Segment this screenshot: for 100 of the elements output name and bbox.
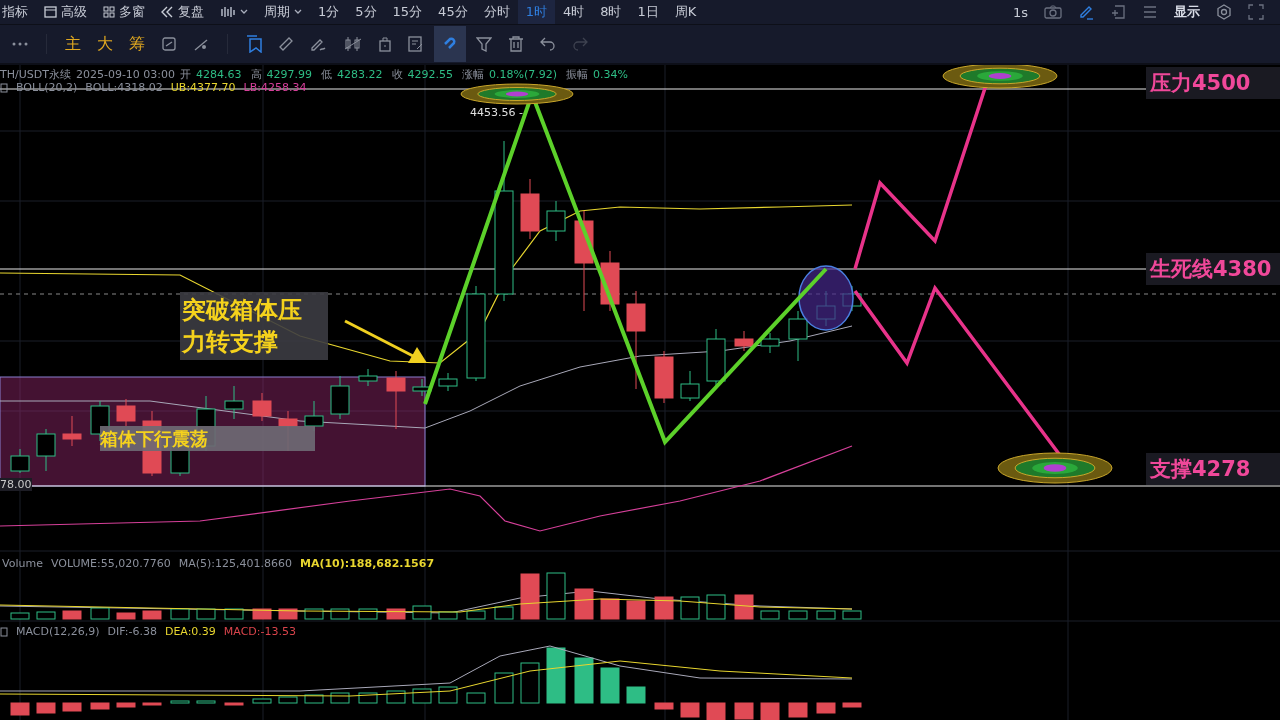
indicator-value: VOLUME:55,020.7760 xyxy=(50,557,171,570)
volume-bar xyxy=(816,610,836,620)
field-value: 4284.63 xyxy=(196,68,242,81)
histogram-bar xyxy=(412,688,432,704)
indicator-value: DEA:0.39 xyxy=(164,625,216,638)
volume-bar xyxy=(438,611,458,620)
volume-bar xyxy=(494,606,514,620)
histogram-bar xyxy=(438,686,458,704)
price-level-label: 压力4500 xyxy=(1146,67,1280,99)
volume-bar xyxy=(304,608,324,620)
refresh-interval-button[interactable]: 1s xyxy=(1004,0,1036,24)
histogram-bar xyxy=(90,702,110,710)
volume-bar xyxy=(170,608,190,620)
more-icon[interactable] xyxy=(12,42,28,46)
candlestick xyxy=(654,350,674,404)
high-price-label: 4453.56 - xyxy=(470,106,523,119)
period-tab[interactable]: 1日 xyxy=(629,0,667,24)
period-tab[interactable]: 1时 xyxy=(517,0,555,24)
histogram-bar xyxy=(278,696,298,704)
grid-icon xyxy=(103,6,115,18)
field-label: 开 xyxy=(180,67,192,82)
volume-bar xyxy=(196,608,216,620)
undo-icon[interactable] xyxy=(540,37,556,51)
volume-bar xyxy=(90,607,110,620)
toolbar-button[interactable]: 周期 xyxy=(256,0,310,24)
low-price-label: 78.00 xyxy=(0,478,32,491)
period-tab[interactable]: 15分 xyxy=(384,0,431,24)
volume-bar xyxy=(142,610,162,620)
indicator-icon xyxy=(0,625,8,638)
histogram-bar xyxy=(170,700,190,704)
volume-bar xyxy=(116,612,136,620)
histogram-bar xyxy=(330,692,350,704)
target-rings-icon xyxy=(997,452,1113,484)
histogram-bar xyxy=(116,702,136,708)
period-tab[interactable]: 1分 xyxy=(310,0,348,24)
histogram-bar xyxy=(788,702,808,718)
field-label: 高 xyxy=(250,67,262,82)
period-tab[interactable]: 5分 xyxy=(347,0,385,24)
candlestick xyxy=(760,332,780,354)
indicator-button[interactable]: 筹 xyxy=(121,33,153,55)
period-tab[interactable]: 4时 xyxy=(554,0,593,24)
caret-icon xyxy=(294,9,302,15)
candlestick xyxy=(412,378,432,397)
target-rings-icon xyxy=(460,83,574,105)
candles-icon[interactable] xyxy=(344,36,362,52)
toolbar-button[interactable]: 复盘 xyxy=(153,0,212,24)
camera-icon[interactable] xyxy=(1044,5,1062,19)
histogram-bar xyxy=(816,702,836,714)
volume-bar xyxy=(224,608,244,620)
indicator-value: MA(10):188,682.1567 xyxy=(299,557,435,570)
histogram-bar xyxy=(142,702,162,706)
period-tab[interactable]: 8时 xyxy=(592,0,630,24)
candlestick xyxy=(224,385,244,420)
lock-icon[interactable] xyxy=(378,36,392,52)
candlestick xyxy=(680,370,700,402)
sync-icon[interactable] xyxy=(161,36,177,52)
candlestick xyxy=(546,200,566,242)
period-tab[interactable]: 分时 xyxy=(475,0,518,24)
list-icon[interactable] xyxy=(1142,5,1158,19)
pencil-icon[interactable] xyxy=(1078,4,1094,20)
indicator-button[interactable]: 主 xyxy=(57,33,89,55)
volume-bar xyxy=(62,610,82,620)
settings-icon[interactable] xyxy=(1216,4,1232,20)
trash-icon[interactable] xyxy=(508,36,524,52)
volume-bar xyxy=(278,608,298,620)
histogram-bar xyxy=(760,702,780,720)
volume-bar xyxy=(574,588,594,620)
histogram-bar xyxy=(574,657,594,704)
volume-bar xyxy=(680,596,700,620)
period-tab[interactable]: 周K xyxy=(666,0,705,24)
histogram-bar xyxy=(654,702,674,710)
histogram-bar xyxy=(494,672,514,704)
note-icon[interactable] xyxy=(408,36,424,52)
bookmark-icon[interactable] xyxy=(246,35,262,53)
ruler-icon[interactable] xyxy=(278,36,294,52)
candlestick xyxy=(358,368,378,387)
toolbar-button[interactable]: 高级 xyxy=(36,0,95,24)
histogram-bar xyxy=(304,694,324,704)
datetime-label: 2025-09-10 03:00 xyxy=(75,68,176,81)
period-tab[interactable]: 45分 xyxy=(430,0,476,24)
magnet-button[interactable] xyxy=(434,26,466,62)
field-value: 0.34% xyxy=(593,68,629,81)
caret-icon xyxy=(240,9,248,15)
volume-bar xyxy=(10,612,30,620)
toolbar-button[interactable]: 指标 xyxy=(0,0,36,24)
volume-bar xyxy=(626,600,646,620)
fullscreen-icon[interactable] xyxy=(1248,4,1264,20)
callout-label: 突破箱体压力转支撑 xyxy=(180,292,328,360)
volume-bar xyxy=(520,573,540,620)
display-button[interactable]: 显示 xyxy=(1166,0,1208,24)
volume-bar xyxy=(412,605,432,620)
candlestick xyxy=(252,392,272,422)
box-label: 箱体下行震荡 xyxy=(100,426,315,451)
symbol-label: TH/USDT永续 xyxy=(0,67,71,82)
toolbar-button[interactable]: 多窗 xyxy=(95,0,153,24)
indicator-button[interactable]: 大 xyxy=(89,33,121,55)
filter-icon[interactable] xyxy=(476,36,492,52)
add-frame-icon[interactable] xyxy=(1110,4,1126,20)
histogram-bar xyxy=(224,702,244,706)
volume-bar xyxy=(600,598,620,620)
